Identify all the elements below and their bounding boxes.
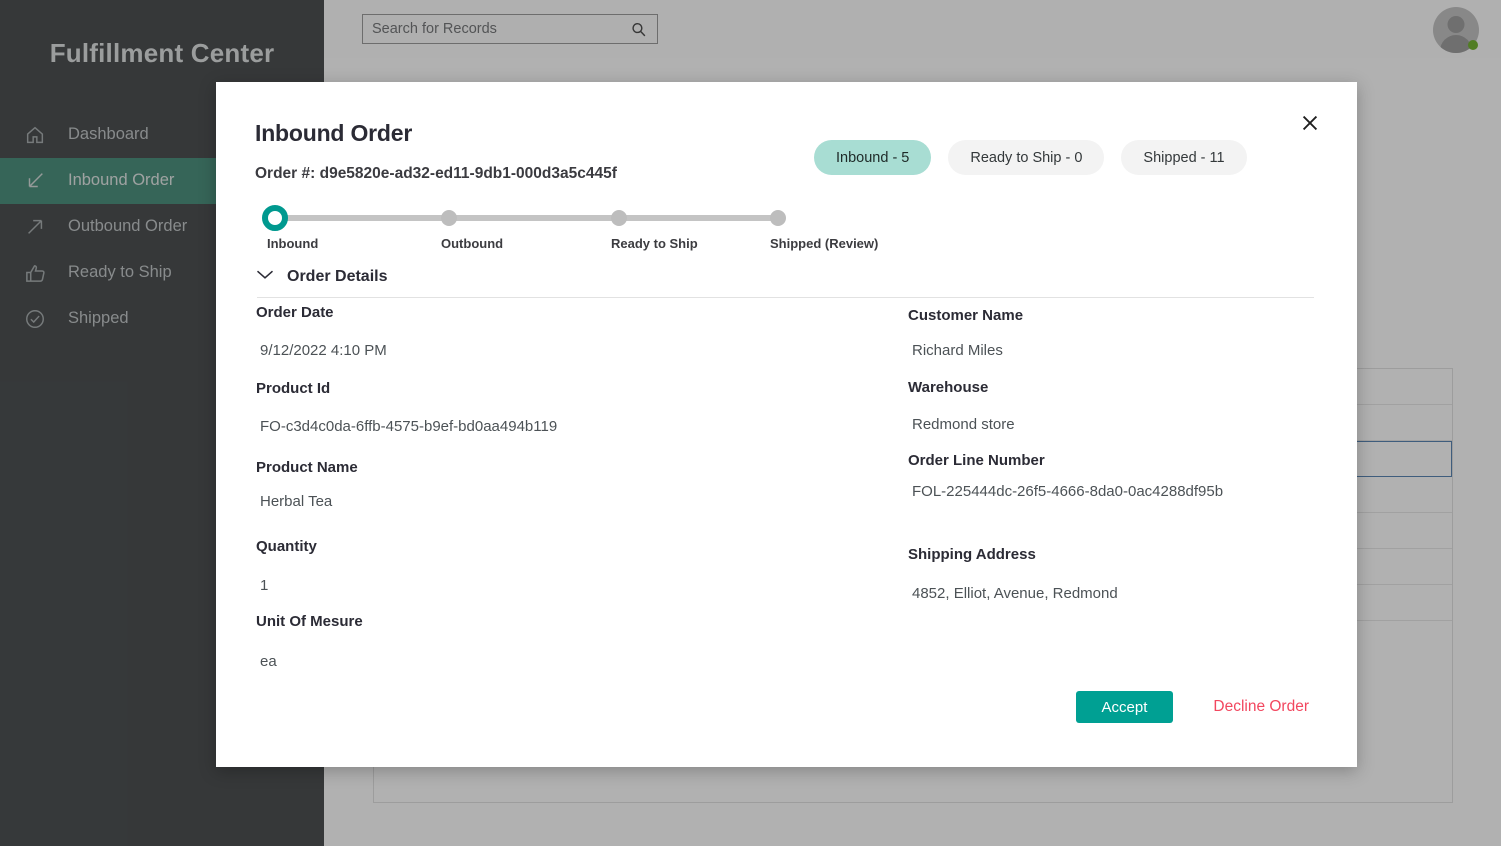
order-number: Order #: d9e5820e-ad32-ed11-9db1-000d3a5…	[255, 165, 617, 182]
tab-shipped[interactable]: Shipped - 11	[1121, 140, 1247, 175]
stepper-dot-current	[262, 205, 288, 231]
field-label-order-line-number: Order Line Number	[908, 452, 1045, 469]
decline-order-button[interactable]: Decline Order	[1213, 698, 1309, 716]
stepper-track	[272, 215, 777, 221]
tab-inbound[interactable]: Inbound - 5	[814, 140, 932, 175]
field-label-product-name: Product Name	[256, 459, 358, 476]
stepper-step-label: Ready to Ship	[611, 236, 698, 251]
field-value-product-id: FO-c3d4c0da-6ffb-4575-b9ef-bd0aa494b119	[260, 418, 558, 435]
field-value-order-date: 9/12/2022 4:10 PM	[260, 342, 387, 359]
tab-ready-to-ship[interactable]: Ready to Ship - 0	[948, 140, 1105, 175]
field-value-product-name: Herbal Tea	[260, 493, 333, 510]
field-label-customer-name: Customer Name	[908, 307, 1024, 324]
inbound-order-modal: Inbound Order Order #: d9e5820e-ad32-ed1…	[216, 82, 1357, 767]
order-details-title: Order Details	[287, 268, 388, 285]
stepper-dot	[441, 210, 457, 226]
app-root: Fulfillment Center Dashboard Inbound Ord…	[0, 0, 1501, 846]
divider	[257, 297, 1314, 298]
stepper-dot	[611, 210, 627, 226]
field-value-customer-name: Richard Miles	[912, 342, 1003, 359]
field-label-product-id: Product Id	[256, 380, 331, 397]
accept-button[interactable]: Accept	[1075, 691, 1174, 723]
field-label-order-date: Order Date	[256, 304, 334, 321]
field-label-warehouse: Warehouse	[908, 379, 989, 396]
close-icon[interactable]	[1297, 110, 1323, 136]
status-tabs: Inbound - 5 Ready to Ship - 0 Shipped - …	[814, 140, 1247, 175]
page-title: Inbound Order	[255, 120, 413, 146]
stepper-dot	[770, 210, 786, 226]
order-details-toggle[interactable]: Order Details	[255, 268, 387, 286]
chevron-down-icon	[255, 268, 275, 286]
field-value-quantity: 1	[260, 577, 269, 594]
stepper-step-label: Shipped (Review)	[770, 236, 879, 251]
field-label-shipping-address: Shipping Address	[908, 546, 1036, 563]
field-value-warehouse: Redmond store	[912, 416, 1015, 433]
field-value-shipping-address: 4852, Elliot, Avenue, Redmond	[912, 585, 1118, 602]
field-value-unit-of-mesure: ea	[260, 653, 277, 670]
stepper-step-label: Outbound	[441, 236, 504, 251]
field-label-unit-of-mesure: Unit Of Mesure	[256, 613, 363, 630]
modal-actions: Accept Decline Order	[1075, 691, 1309, 723]
field-value-order-line-number: FOL-225444dc-26f5-4666-8da0-0ac4288df95b	[912, 483, 1224, 500]
stepper-step-label: Inbound	[267, 236, 319, 251]
field-label-quantity: Quantity	[256, 538, 317, 555]
order-progress-stepper: Inbound Outbound Ready to Ship Shipped (…	[255, 204, 878, 266]
